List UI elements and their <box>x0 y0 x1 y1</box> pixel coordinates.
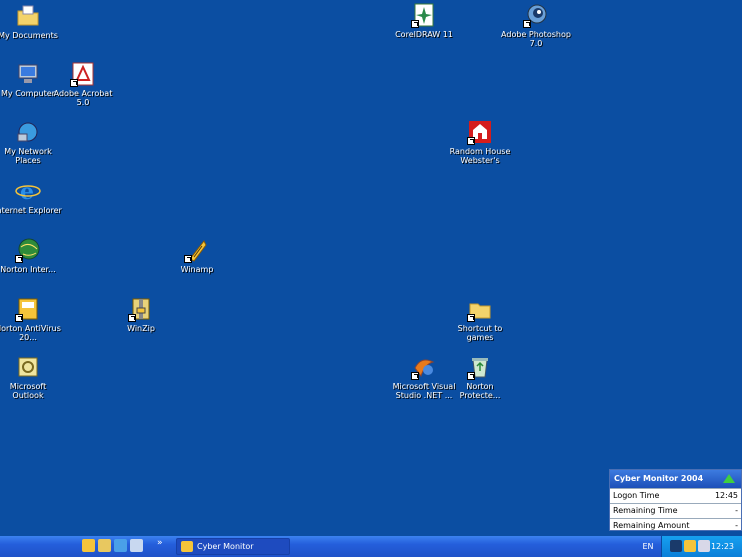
desktop-icon-shortcut-games[interactable]: Shortcut to games <box>445 296 515 342</box>
cyber-monitor-panel: Cyber Monitor 2004 Logon Time 12:45 Rema… <box>609 469 742 531</box>
desktop-icon-winzip[interactable]: WinZip <box>106 296 176 333</box>
desktop-icon-label: My Documents <box>0 31 58 40</box>
desktop-icon-winamp[interactable]: Winamp <box>162 237 232 274</box>
desktop-icon-label: Random House Webster's <box>449 147 511 165</box>
desktop-icon-norton-protected[interactable]: Norton Protecte... <box>445 354 515 400</box>
taskbar-button-label: Cyber Monitor <box>197 542 254 551</box>
remaining-amount-row: Remaining Amount - <box>610 518 741 533</box>
outlook-icon <box>15 354 41 380</box>
internet-explorer-icon: e <box>15 178 41 205</box>
norton-antivirus-icon <box>15 296 41 322</box>
window-icon[interactable] <box>130 539 143 552</box>
desktop-icon-norton-antivirus[interactable]: Norton AntiVirus 20... <box>0 296 63 342</box>
visual-studio-icon <box>411 354 437 380</box>
logon-time-row: Logon Time 12:45 <box>610 488 741 503</box>
svg-text:e: e <box>20 179 34 204</box>
desktop: My Documents My Computer Adobe Acrobat 5… <box>0 0 742 536</box>
winamp-tray-icon[interactable] <box>684 540 696 552</box>
globe-icon <box>15 237 41 263</box>
quick-launch-more-icon[interactable]: » <box>157 538 163 548</box>
desktop-icon-label: Winamp <box>180 265 214 274</box>
system-tray: 12:23 <box>661 536 742 557</box>
folder-icon <box>467 296 493 322</box>
desktop-icon-label: Norton AntiVirus 20... <box>0 324 61 342</box>
collapse-arrow-icon[interactable] <box>723 474 735 483</box>
desktop-icon-my-documents[interactable]: My Documents <box>0 3 63 40</box>
desktop-icon-norton-internet[interactable]: Norton Inter... <box>0 237 63 274</box>
language-indicator[interactable]: EN <box>636 536 660 557</box>
refresh-icon[interactable] <box>114 539 127 552</box>
coreldraw-icon <box>411 2 437 28</box>
acrobat-icon <box>70 61 96 87</box>
explorer-folder-icon[interactable] <box>98 539 111 552</box>
taskbar-button-cyber-monitor[interactable]: Cyber Monitor <box>176 538 290 555</box>
clock[interactable]: 12:23 <box>711 536 734 557</box>
taskbar: » Cyber Monitor EN 12:23 <box>0 536 742 557</box>
desktop-icon-label: Internet Explorer <box>0 206 62 215</box>
desktop-icon-adobe-acrobat[interactable]: Adobe Acrobat 5.0 <box>48 61 118 107</box>
row-value: 12:45 <box>714 491 738 500</box>
network-tray-icon[interactable] <box>698 540 710 552</box>
desktop-icon-adobe-photoshop[interactable]: Adobe Photoshop 7.0 <box>501 2 571 48</box>
row-value: - <box>735 506 738 515</box>
desktop-icon-label: Adobe Acrobat 5.0 <box>53 89 113 107</box>
tray-app-icon[interactable] <box>670 540 682 552</box>
remaining-time-row: Remaining Time - <box>610 503 741 518</box>
network-icon <box>15 119 41 145</box>
desktop-icon-label: My Network Places <box>4 147 52 165</box>
cyber-monitor-app-icon <box>181 541 193 552</box>
cyber-monitor-header[interactable]: Cyber Monitor 2004 <box>610 470 741 488</box>
row-label: Remaining Amount <box>613 521 690 530</box>
random-house-icon <box>467 119 493 145</box>
photoshop-icon <box>523 2 549 28</box>
computer-icon <box>15 61 41 87</box>
quick-launch <box>82 539 143 552</box>
winamp-icon <box>184 237 210 263</box>
recycle-bin-icon <box>467 354 493 380</box>
row-label: Remaining Time <box>613 506 678 515</box>
show-desktop-icon[interactable] <box>82 539 95 552</box>
winzip-icon <box>128 296 154 322</box>
desktop-icon-label: Shortcut to games <box>457 324 503 342</box>
row-value: - <box>735 521 738 530</box>
desktop-icon-microsoft-outlook[interactable]: Microsoft Outlook <box>0 354 63 400</box>
row-label: Logon Time <box>613 491 660 500</box>
desktop-icon-label: Microsoft Outlook <box>9 382 47 400</box>
folder-icon <box>15 3 41 29</box>
desktop-icon-label: Adobe Photoshop 7.0 <box>501 30 571 48</box>
desktop-icon-label: Norton Protecte... <box>459 382 501 400</box>
desktop-icon-label: Norton Inter... <box>0 265 56 274</box>
desktop-icon-internet-explorer[interactable]: e Internet Explorer <box>0 178 63 215</box>
desktop-icon-random-house[interactable]: Random House Webster's <box>445 119 515 165</box>
cyber-monitor-title: Cyber Monitor 2004 <box>614 474 704 483</box>
desktop-icon-label: WinZip <box>127 324 155 333</box>
desktop-icon-my-network-places[interactable]: My Network Places <box>0 119 63 165</box>
desktop-icon-label: CorelDRAW 11 <box>395 30 453 39</box>
desktop-icon-coreldraw[interactable]: CorelDRAW 11 <box>389 2 459 39</box>
